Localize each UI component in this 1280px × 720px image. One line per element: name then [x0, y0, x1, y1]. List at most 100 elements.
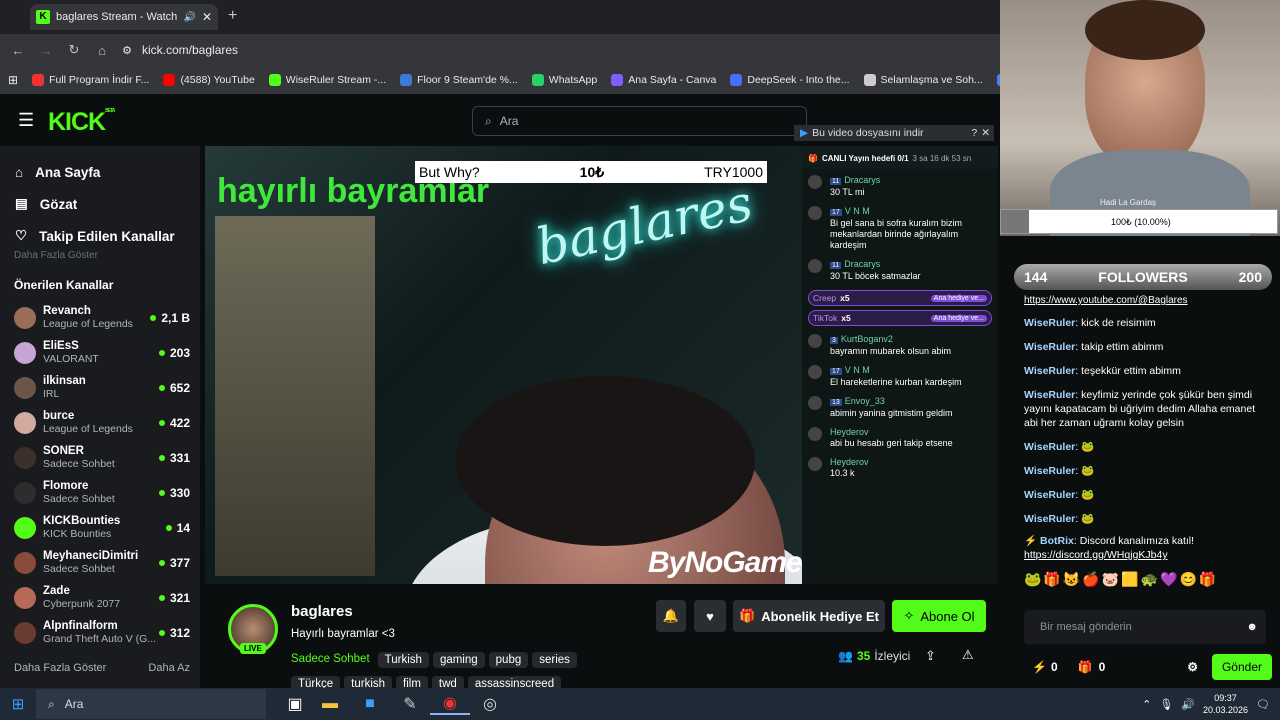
chrome-icon[interactable]: ◉: [430, 693, 470, 715]
bookmark-icon: [863, 74, 876, 86]
channel-item[interactable]: Revanch League of Legends 2,1 B: [0, 300, 200, 335]
channel-item[interactable]: EliEsS VALORANT 203: [0, 335, 200, 370]
chat-user[interactable]: WiseRuler: [1024, 513, 1075, 525]
app-icon[interactable]: ✎: [390, 694, 430, 714]
bookmark[interactable]: Ana Sayfa - Canva: [611, 74, 716, 86]
windows-start-icon[interactable]: ⊞: [0, 695, 36, 713]
channel-item[interactable]: Zade Cyberpunk 2077 321: [0, 580, 200, 615]
gift-sub-button[interactable]: 🎁 Abonelik Hediye Et: [733, 600, 885, 632]
channel-item[interactable]: MeyhaneciDimitri Sadece Sohbet 377: [0, 545, 200, 580]
link-message: https://www.youtube.com/@Baglares: [1024, 290, 1268, 311]
stream-tag[interactable]: turkish: [344, 676, 393, 688]
file-explorer-icon[interactable]: ▬: [310, 695, 350, 713]
chat-input[interactable]: Bir mesaj gönderin ☻: [1024, 610, 1266, 644]
stream-tag[interactable]: pubg: [488, 652, 529, 668]
bookmark[interactable]: WhatsApp: [531, 74, 597, 86]
download-banner[interactable]: ▶ Bu video dosyasını indir ? ✕: [794, 125, 994, 141]
audio-icon[interactable]: 🔊: [183, 12, 195, 23]
reload-icon[interactable]: ↻: [60, 42, 88, 58]
bookmark[interactable]: WiseRuler Stream -...: [268, 74, 386, 86]
close-tab-icon[interactable]: ✕: [202, 10, 212, 24]
discord-link[interactable]: https://discord.gg/WHqjgKJb4y: [1024, 549, 1168, 561]
chat-settings-icon[interactable]: ⚙: [1187, 660, 1198, 674]
stream-tag[interactable]: gaming: [432, 652, 485, 668]
sub-badge: 13: [830, 399, 842, 406]
forward-icon[interactable]: →: [32, 43, 60, 58]
stream-tag[interactable]: series: [532, 652, 577, 668]
follow-heart-button[interactable]: ♥: [694, 600, 726, 632]
report-icon[interactable]: ⚠: [962, 647, 974, 663]
channel-item[interactable]: ilkinsan IRL 652: [0, 370, 200, 405]
bookmark-icon: [400, 74, 413, 86]
show-less-link[interactable]: Daha Az: [148, 662, 190, 674]
chat-user[interactable]: WiseRuler: [1024, 389, 1075, 401]
search-input[interactable]: ⌕ Ara: [472, 106, 807, 136]
menu-icon[interactable]: ☰: [18, 110, 34, 131]
bookmark[interactable]: (4588) YouTube: [163, 74, 255, 86]
bot-user[interactable]: BotRix: [1040, 535, 1074, 547]
live-dot-icon: [158, 629, 165, 636]
browser-tab-bar: K baglares Stream - Watch Liv 🔊 ✕ +: [0, 0, 1000, 34]
bookmark[interactable]: DeepSeek - Into the...: [730, 74, 850, 86]
nav-item[interactable]: ⌂ Ana Sayfa: [0, 156, 200, 188]
viewer-count: 👥 35 İzleyici: [838, 649, 910, 663]
overlay-chat-message: 11 Dracarys 30 TL böcek satmazlar: [808, 255, 992, 286]
home-page-icon[interactable]: ⌂: [88, 43, 116, 58]
video-player[interactable]: hayırlı bayramlar baglares But Why? 10₺ …: [205, 146, 802, 584]
emoji-icon[interactable]: ☻: [1246, 621, 1258, 633]
apps-grid-icon[interactable]: ⊞: [8, 73, 18, 87]
channel-viewers: 203: [158, 346, 190, 360]
stream-tag[interactable]: Turkish: [377, 652, 429, 668]
url-field[interactable]: kick.com/baglares: [142, 43, 238, 57]
streamer-name[interactable]: baglares: [291, 603, 353, 620]
channel-name: Zade: [43, 584, 70, 597]
bookmark[interactable]: Floor 9 Steam'de %...: [400, 74, 518, 86]
chat-user[interactable]: WiseRuler: [1024, 441, 1075, 453]
new-tab-icon[interactable]: +: [228, 7, 237, 25]
chat-user[interactable]: WiseRuler: [1024, 341, 1075, 353]
banner-close-icon[interactable]: ✕: [981, 127, 994, 139]
bookmark-label: (4588) YouTube: [180, 74, 255, 86]
show-more-link[interactable]: Daha Fazla Göster: [14, 662, 106, 674]
kick-logo[interactable]: KICKBETA: [48, 108, 115, 137]
chat-user[interactable]: WiseRuler: [1024, 465, 1075, 477]
tray-chevron-icon[interactable]: ⌃: [1142, 698, 1151, 711]
help-icon[interactable]: ?: [971, 127, 977, 139]
bookmark[interactable]: Full Program İndir F...: [32, 74, 149, 86]
nav-item[interactable]: ♡ Takip Edilen Kanallar: [0, 220, 200, 252]
show-more-top[interactable]: Daha Fazla Göster: [0, 250, 200, 262]
bookmark[interactable]: Selamlaşma ve Soh...: [863, 74, 983, 86]
stream-tag[interactable]: assassinscreed: [467, 676, 562, 688]
site-settings-icon[interactable]: ⚙: [116, 44, 138, 57]
bookmark-label: Floor 9 Steam'de %...: [417, 74, 518, 86]
subscribe-button[interactable]: ✧ Abone Ol: [892, 600, 986, 632]
notification-button[interactable]: 🔔: [656, 600, 686, 632]
channel-item[interactable]: SONER Sadece Sohbet 331: [0, 440, 200, 475]
sub-badge: 17: [830, 368, 842, 375]
nav-item[interactable]: ▤ Gözat: [0, 188, 200, 220]
youtube-link[interactable]: https://www.youtube.com/@Baglares: [1024, 295, 1188, 306]
stream-tag[interactable]: Türkçe: [291, 676, 341, 688]
taskbar-search[interactable]: ⌕ Ara: [36, 689, 266, 719]
chat-user[interactable]: WiseRuler: [1024, 365, 1075, 377]
browser-tab[interactable]: K baglares Stream - Watch Liv 🔊 ✕: [30, 4, 218, 30]
share-icon[interactable]: ⇪: [925, 648, 936, 664]
category-link[interactable]: Sadece Sohbet: [291, 653, 370, 665]
obs-icon[interactable]: ◎: [470, 694, 510, 714]
notifications-icon[interactable]: 🗨: [1256, 698, 1270, 711]
channel-item[interactable]: Alpnfinalform Grand Theft Auto V (G... 312: [0, 615, 200, 650]
taskview-icon[interactable]: ▣: [280, 694, 310, 714]
stream-tag[interactable]: film: [396, 676, 428, 688]
chat-user[interactable]: WiseRuler: [1024, 489, 1075, 501]
stream-tag[interactable]: twd: [431, 676, 464, 688]
channel-item[interactable]: KICKBounties KICK Bounties 14: [0, 510, 200, 545]
mic-icon[interactable]: 🎙: [1159, 698, 1173, 711]
send-button[interactable]: Gönder: [1211, 654, 1272, 680]
volume-icon[interactable]: 🔊: [1181, 698, 1195, 711]
back-icon[interactable]: ←: [4, 43, 32, 58]
channel-item[interactable]: Flomore Sadece Sohbet 330: [0, 475, 200, 510]
chat-text: takip ettim abimm: [1081, 341, 1164, 353]
channel-item[interactable]: burce League of Legends 422: [0, 405, 200, 440]
chat-user[interactable]: WiseRuler: [1024, 317, 1075, 329]
store-icon[interactable]: ■: [350, 695, 390, 713]
